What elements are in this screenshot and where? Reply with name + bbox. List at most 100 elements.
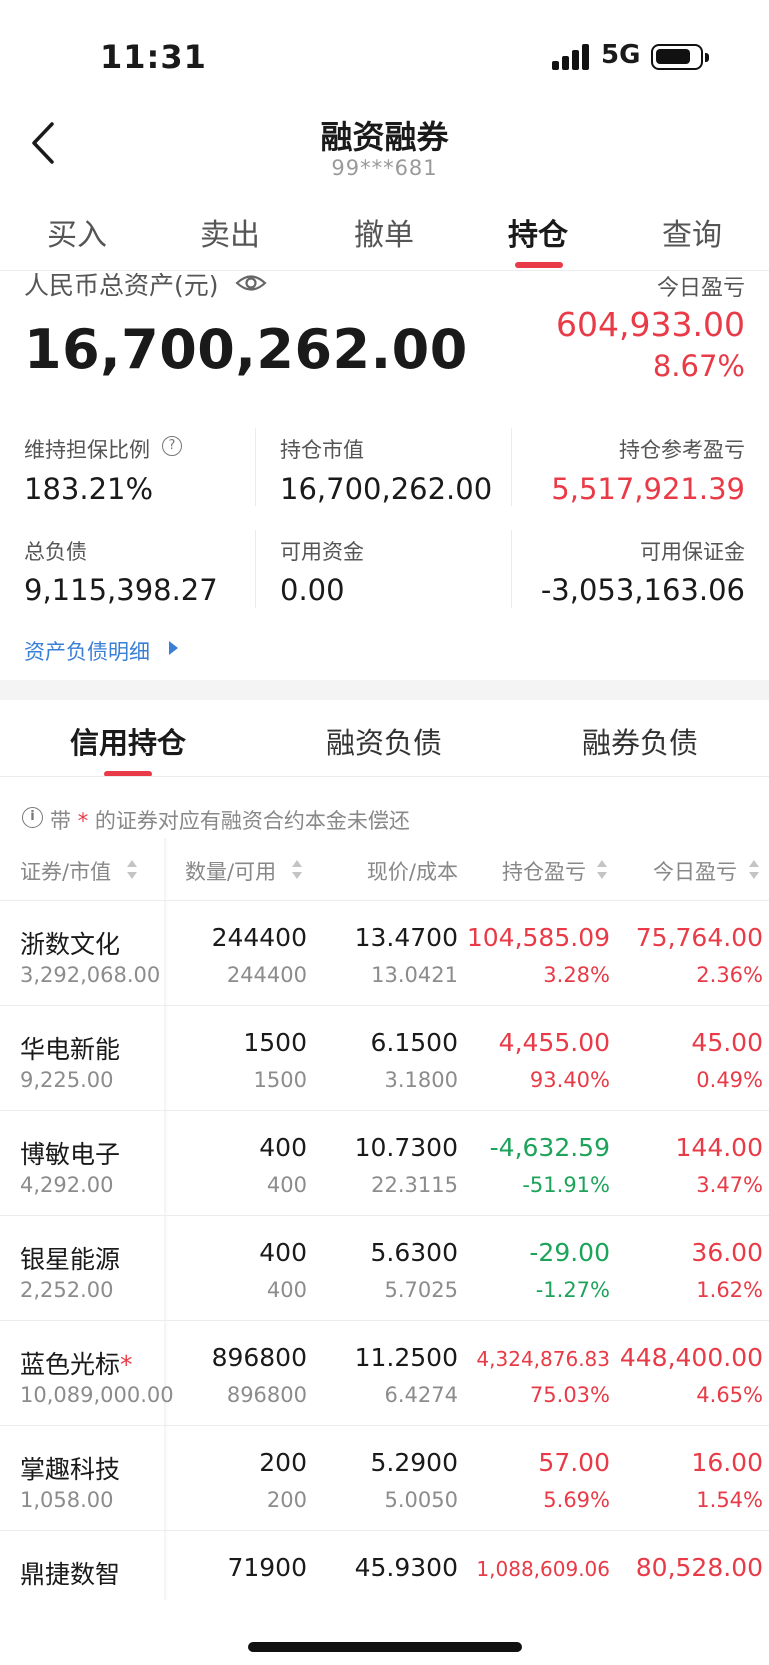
current-price: 45.9300 [354, 1553, 458, 1582]
market-value: 2,252.00 [20, 1278, 114, 1302]
holding-pl-percent: 5.69% [543, 1488, 610, 1512]
today-pl-percent: 1.54% [696, 1488, 763, 1512]
home-indicator[interactable] [248, 1642, 522, 1652]
active-tab-indicator [515, 262, 563, 268]
available-quantity: 400 [266, 1278, 307, 1302]
header-quantity-available[interactable]: 数量/可用 [185, 856, 276, 886]
eye-icon[interactable] [235, 270, 267, 296]
top-tab-bar: 买入 卖出 撤单 持仓 查询 [0, 200, 769, 270]
available-margin-value: -3,053,163.06 [540, 573, 745, 607]
tab-credit-positions[interactable]: 信用持仓 [28, 720, 228, 762]
tab-query[interactable]: 查询 [622, 210, 762, 254]
today-pl-percent: 2.36% [696, 963, 763, 987]
market-value: 3,292,068.00 [20, 963, 161, 987]
today-pl: 75,764.00 [635, 923, 763, 952]
today-pl: 448,400.00 [619, 1343, 763, 1372]
table-row[interactable]: 浙数文化 3,292,068.00 244400 244400 13.4700 … [0, 900, 769, 1005]
tab-cancel-order[interactable]: 撤单 [314, 210, 454, 254]
security-name: 鼎捷数智 [20, 1560, 121, 1589]
account-number: 99***681 [331, 156, 438, 180]
available-quantity: 1500 [253, 1068, 307, 1092]
divider [511, 428, 512, 506]
holding-pl: 4,324,876.83 [476, 1347, 610, 1371]
holding-pl: -29.00 [529, 1238, 610, 1267]
holdings-market-value-label: 持仓市值 [280, 438, 364, 462]
table-row[interactable]: 博敏电子 4,292.00 400 400 10.7300 22.3115 -4… [0, 1110, 769, 1215]
notice-text: 带 * 的证券对应有融资合约本金未偿还 [50, 809, 410, 833]
page-title: 融资融券 [320, 118, 449, 156]
quantity: 1500 [243, 1028, 307, 1057]
maintenance-ratio-value: 183.21% [24, 472, 154, 506]
total-liabilities-label: 总负债 [24, 540, 87, 564]
cost-price: 22.3115 [371, 1173, 458, 1197]
quantity: 244400 [211, 923, 307, 952]
chevron-right-icon[interactable] [169, 641, 178, 655]
holding-pl: -4,632.59 [489, 1133, 610, 1162]
today-pl-percent: 3.47% [696, 1173, 763, 1197]
holdings-market-value: 16,700,262.00 [280, 472, 493, 506]
tab-positions[interactable]: 持仓 [468, 210, 608, 254]
section-gap [0, 680, 769, 700]
quantity: 200 [259, 1448, 307, 1477]
available-quantity: 244400 [226, 963, 307, 987]
status-time: 11:31 [100, 38, 207, 76]
sort-icon[interactable] [127, 860, 137, 882]
holding-pl: 4,455.00 [498, 1028, 610, 1057]
current-price: 13.4700 [354, 923, 458, 952]
table-row[interactable]: 银星能源 2,252.00 400 400 5.6300 5.7025 -29.… [0, 1215, 769, 1320]
security-name: 银星能源 [20, 1245, 121, 1274]
today-pl: 80,528.00 [635, 1553, 763, 1582]
tab-financing-liabilities[interactable]: 融资负债 [284, 720, 484, 762]
available-margin-label: 可用保证金 [640, 540, 745, 564]
available-quantity: 400 [266, 1173, 307, 1197]
today-pl: 45.00 [691, 1028, 763, 1057]
holding-pl: 1,088,609.06 [476, 1557, 610, 1581]
table-row[interactable]: 蓝色光标* 10,089,000.00 896800 896800 11.250… [0, 1320, 769, 1425]
today-pl-label: 今日盈亏 [656, 276, 745, 301]
holding-pl: 104,585.09 [466, 923, 610, 952]
header-holding-pl[interactable]: 持仓盈亏 [502, 856, 586, 886]
today-pl: 36.00 [691, 1238, 763, 1267]
total-liabilities-value: 9,115,398.27 [24, 573, 218, 607]
today-pl-percent: 1.62% [696, 1278, 763, 1302]
divider [255, 428, 256, 506]
available-quantity: 896800 [226, 1383, 307, 1407]
network-label: 5G [601, 40, 641, 70]
sort-icon[interactable] [749, 860, 759, 882]
holdings-ref-pl-label: 持仓参考盈亏 [619, 438, 745, 462]
available-quantity: 200 [266, 1488, 307, 1512]
holding-pl-percent: 93.40% [529, 1068, 610, 1092]
cost-price: 5.7025 [384, 1278, 458, 1302]
tab-sell[interactable]: 卖出 [160, 210, 300, 254]
table-row[interactable]: 华电新能 9,225.00 1500 1500 6.1500 3.1800 4,… [0, 1005, 769, 1110]
asset-liability-detail-link[interactable]: 资产负债明细 [24, 636, 150, 666]
quantity: 71900 [227, 1553, 307, 1582]
sort-icon[interactable] [597, 860, 607, 882]
holding-pl: 57.00 [538, 1448, 610, 1477]
current-price: 5.6300 [370, 1238, 458, 1267]
cost-price: 5.0050 [384, 1488, 458, 1512]
maintenance-ratio-label: 维持担保比例 [24, 438, 150, 462]
tab-securities-lending-liabilities[interactable]: 融券负债 [540, 720, 740, 762]
header-security-market-value[interactable]: 证券/市值 [20, 856, 111, 886]
current-price: 5.2900 [370, 1448, 458, 1477]
battery-icon [651, 44, 709, 70]
table-row[interactable]: 鼎捷数智 71900 45.9300 1,088,609.06 80,528.0… [0, 1530, 769, 1600]
header-today-pl[interactable]: 今日盈亏 [653, 856, 737, 886]
security-name: 掌趣科技 [20, 1455, 121, 1484]
security-name: 浙数文化 [20, 930, 121, 959]
today-pl: 144.00 [675, 1133, 763, 1162]
table-row[interactable]: 掌趣科技 1,058.00 200 200 5.2900 5.0050 57.0… [0, 1425, 769, 1530]
total-assets-value: 16,700,262.00 [24, 318, 468, 381]
tab-buy[interactable]: 买入 [7, 210, 147, 254]
cost-price: 3.1800 [384, 1068, 458, 1092]
today-pl-percent: 8.67% [652, 349, 745, 383]
current-price: 11.2500 [354, 1343, 458, 1372]
holding-pl-percent: -51.91% [522, 1173, 610, 1197]
quantity: 896800 [211, 1343, 307, 1372]
sort-icon[interactable] [292, 860, 302, 882]
positions-table: 浙数文化 3,292,068.00 244400 244400 13.4700 … [0, 900, 769, 1600]
available-funds-label: 可用资金 [280, 540, 364, 564]
current-price: 10.7300 [354, 1133, 458, 1162]
help-icon[interactable]: ? [162, 436, 182, 456]
